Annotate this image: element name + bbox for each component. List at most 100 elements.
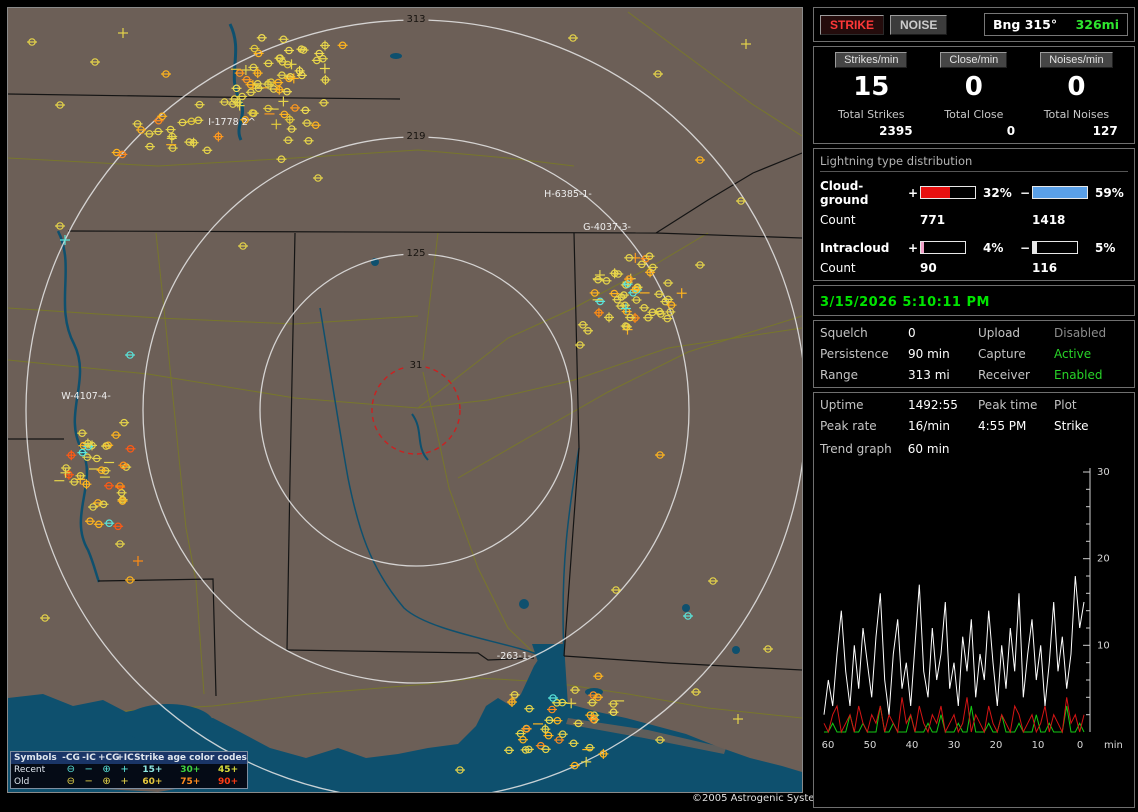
uptime-value: 1492:55 <box>908 397 958 412</box>
strikes-rate-column: Strikes/min 15 Total Strikes 2395 <box>820 52 923 138</box>
status-panel: STRIKE NOISE Bng 315° 326mi Strikes/min … <box>810 0 1138 812</box>
noises-per-min-value: 0 <box>1067 72 1086 102</box>
legend-col-cg-neg: -CG <box>62 753 80 763</box>
ic-pos-strike-icon: + <box>120 764 129 775</box>
distribution-box: Lightning type distribution Cloud-ground… <box>813 147 1135 281</box>
cg-positive-count: 771 <box>920 212 946 227</box>
age-code-75: 75+ <box>180 777 201 787</box>
ic-negative-pct: 5% <box>1095 240 1116 255</box>
age-code-45: 45+ <box>218 765 239 775</box>
receiver-status: Enabled <box>1054 367 1103 382</box>
rate-boxes: Strikes/min 15 Total Strikes 2395 Close/… <box>813 46 1135 144</box>
squelch-label: Squelch <box>820 325 868 340</box>
distribution-title: Lightning type distribution <box>820 154 1128 172</box>
map-canvas[interactable]: I-1778 2^ H-6385-1- G-4037-3- W-4107-4- -263… <box>8 8 802 792</box>
bearing-range: 326mi <box>1075 17 1119 32</box>
total-strikes-value: 2395 <box>879 123 913 138</box>
legend-row-old: Old ⊖ − ⊕ + 60+ 75+ 90+ <box>11 776 247 788</box>
copyright-text: ©2005 Astrogenic Systems <box>692 793 830 804</box>
uptime-trend-box: Uptime 1492:55 Peak time Plot Peak rate … <box>813 391 1135 808</box>
datetime-display: 3/15/2026 5:10:11 PM <box>820 294 990 310</box>
ic-positive-pct: 4% <box>983 240 1004 255</box>
intracloud-label: Intracloud <box>820 240 890 255</box>
plot-label: Plot <box>1054 397 1077 412</box>
legend-col-ic-neg: -IC <box>82 753 96 763</box>
minus-sign: − <box>1019 240 1031 255</box>
legend-symbols-title: Symbols <box>14 753 57 763</box>
plus-sign: + <box>907 185 919 200</box>
peak-rate-label: Peak rate <box>820 418 877 433</box>
bearing-label: Bng 315° <box>993 17 1058 32</box>
ic-negative-bar <box>1032 241 1078 255</box>
total-noises-label: Total Noises <box>1043 107 1110 121</box>
cloud-ground-label: Cloud-ground <box>820 178 869 207</box>
strike-mode-button[interactable]: STRIKE <box>820 14 885 35</box>
storm-cell-label: W-4107-4- <box>61 391 111 402</box>
ic-positive-bar <box>920 241 966 255</box>
total-close-label: Total Close <box>944 107 1004 121</box>
svg-text:10: 10 <box>1032 740 1045 751</box>
legend-col-cg-pos: +CG <box>98 753 120 763</box>
legend-col-ic-pos: +IC <box>116 753 134 763</box>
legend-header: Symbols -CG -IC +CG +IC Strike age color… <box>11 752 247 764</box>
noises-per-min-button[interactable]: Noises/min <box>1040 52 1113 68</box>
age-code-90: 90+ <box>218 777 239 787</box>
ic-positive-count: 90 <box>920 260 937 275</box>
close-rate-column: Close/min 0 Total Close 0 <box>923 52 1026 138</box>
legend-old-label: Old <box>14 777 30 787</box>
total-close-value: 0 <box>1006 123 1016 138</box>
peak-rate-value: 16/min <box>908 418 950 433</box>
cg-positive-pct: 32% <box>983 185 1012 200</box>
svg-text:0: 0 <box>1077 740 1083 751</box>
age-code-60: 60+ <box>142 777 163 787</box>
svg-text:50: 50 <box>864 740 877 751</box>
mode-bar: STRIKE NOISE Bng 315° 326mi <box>813 7 1135 42</box>
svg-text:10: 10 <box>1097 640 1110 651</box>
cg-count-label: Count <box>820 212 856 227</box>
close-per-min-value: 0 <box>964 72 983 102</box>
uptime-label: Uptime <box>820 397 864 412</box>
cg-negative-count: 1418 <box>1032 212 1066 227</box>
cg-negative-bar <box>1032 186 1088 200</box>
legend-age-title: Strike age color codes <box>134 753 247 763</box>
strikes-per-min-button[interactable]: Strikes/min <box>835 52 908 68</box>
settings-box: Squelch 0 Upload Disabled Persistence 90… <box>813 319 1135 388</box>
legend-row-recent: Recent ⊖ − ⊕ + 15+ 30+ 45+ <box>11 764 247 776</box>
ic-neg-strike-icon: − <box>84 764 93 775</box>
age-code-15: 15+ <box>142 765 163 775</box>
storm-cell-label: -263-1- <box>497 651 531 662</box>
map-legend: Symbols -CG -IC +CG +IC Strike age color… <box>10 751 248 789</box>
persistence-label: Persistence <box>820 346 889 361</box>
ic-pos-strike-icon: + <box>120 776 129 787</box>
bearing-display: Bng 315° 326mi <box>984 13 1128 36</box>
upload-label: Upload <box>978 325 1021 340</box>
ic-neg-strike-icon: − <box>84 776 93 787</box>
ic-count-label: Count <box>820 260 856 275</box>
strikes-per-min-value: 15 <box>853 72 890 102</box>
ic-negative-count: 116 <box>1032 260 1058 275</box>
noises-rate-column: Noises/min 0 Total Noises 127 <box>1025 52 1128 138</box>
persistence-value: 90 min <box>908 346 950 361</box>
cg-pos-strike-icon: ⊕ <box>102 776 111 787</box>
trend-graph-label: Trend graph <box>820 441 892 456</box>
lightning-map[interactable]: I-1778 2^ H-6385-1- G-4037-3- W-4107-4- -263… <box>7 7 803 793</box>
close-per-min-button[interactable]: Close/min <box>940 52 1008 68</box>
cg-neg-strike-icon: ⊖ <box>66 776 75 787</box>
storm-cell-label: H-6385-1- <box>544 189 592 200</box>
receiver-label: Receiver <box>978 367 1030 382</box>
svg-text:40: 40 <box>906 740 919 751</box>
storm-cell-label: I-1778 2^ <box>208 117 255 128</box>
trend-window-value: 60 min <box>907 441 950 456</box>
datetime-box: 3/15/2026 5:10:11 PM <box>813 284 1135 316</box>
cg-pos-strike-icon: ⊕ <box>102 764 111 775</box>
total-strikes-label: Total Strikes <box>838 107 905 121</box>
capture-label: Capture <box>978 346 1026 361</box>
squelch-value: 0 <box>908 325 916 340</box>
svg-text:60: 60 <box>822 740 835 751</box>
plot-value: Strike <box>1054 418 1089 433</box>
storm-cell-label: G-4037-3- <box>583 222 631 233</box>
total-noises-value: 127 <box>1092 123 1118 138</box>
noise-mode-button[interactable]: NOISE <box>890 14 948 35</box>
svg-text:min: min <box>1104 740 1123 751</box>
svg-text:20: 20 <box>990 740 1003 751</box>
